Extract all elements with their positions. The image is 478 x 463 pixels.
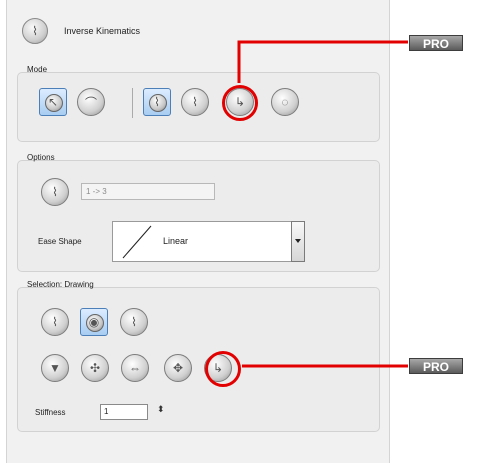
- ik-transform-icon: ↳: [234, 95, 246, 109]
- ik-manip-icon: ⌇: [154, 95, 160, 109]
- translate-constraint-button[interactable]: ⇔: [121, 354, 149, 382]
- ik-chain-icon: ⌇: [192, 95, 198, 109]
- bone-tool-button[interactable]: ⌒: [77, 88, 105, 116]
- bone-icon: ⌒: [84, 95, 97, 110]
- ik-pin-button[interactable]: ◌: [271, 88, 299, 116]
- select-child-button[interactable]: ⌇: [120, 308, 148, 336]
- rotate-icon: ✣: [89, 361, 101, 375]
- rotate-constraint-button[interactable]: ✣: [81, 354, 109, 382]
- select-bone-tool-button[interactable]: ↖: [39, 88, 67, 116]
- pro-badge-top: PRO: [409, 35, 463, 51]
- select-icon: ↖: [47, 95, 59, 109]
- ik-pin-icon: ◌: [281, 95, 289, 109]
- scale-constraint-button[interactable]: ✥: [164, 354, 192, 382]
- current-icon: ◉: [88, 315, 100, 329]
- ik-tool-icon: ⌇: [22, 18, 48, 44]
- select-current-button[interactable]: ◉: [80, 308, 108, 336]
- ik-manipulation-button[interactable]: ⌇: [143, 88, 171, 116]
- select-parent-button[interactable]: ⌇: [41, 308, 69, 336]
- translate-icon: ⇔: [129, 361, 141, 375]
- hip-icon: ▼: [49, 361, 61, 375]
- ik-constraint-icon: ↳: [212, 361, 224, 375]
- child-icon: ⌇: [131, 315, 137, 329]
- min-max-range-button[interactable]: ⌇: [41, 178, 69, 206]
- range-icon: ⌇: [52, 185, 58, 199]
- callout-lines: [237, 40, 408, 368]
- ik-transform-button[interactable]: ↳: [226, 88, 254, 116]
- parent-icon: ⌇: [52, 315, 58, 329]
- ik-constraint-button[interactable]: ↳: [204, 354, 232, 382]
- ik-chain-button[interactable]: ⌇: [181, 88, 209, 116]
- pro-badge-bottom: PRO: [409, 358, 463, 374]
- scale-icon: ✥: [172, 361, 184, 375]
- hip-bone-button[interactable]: ▼: [41, 354, 69, 382]
